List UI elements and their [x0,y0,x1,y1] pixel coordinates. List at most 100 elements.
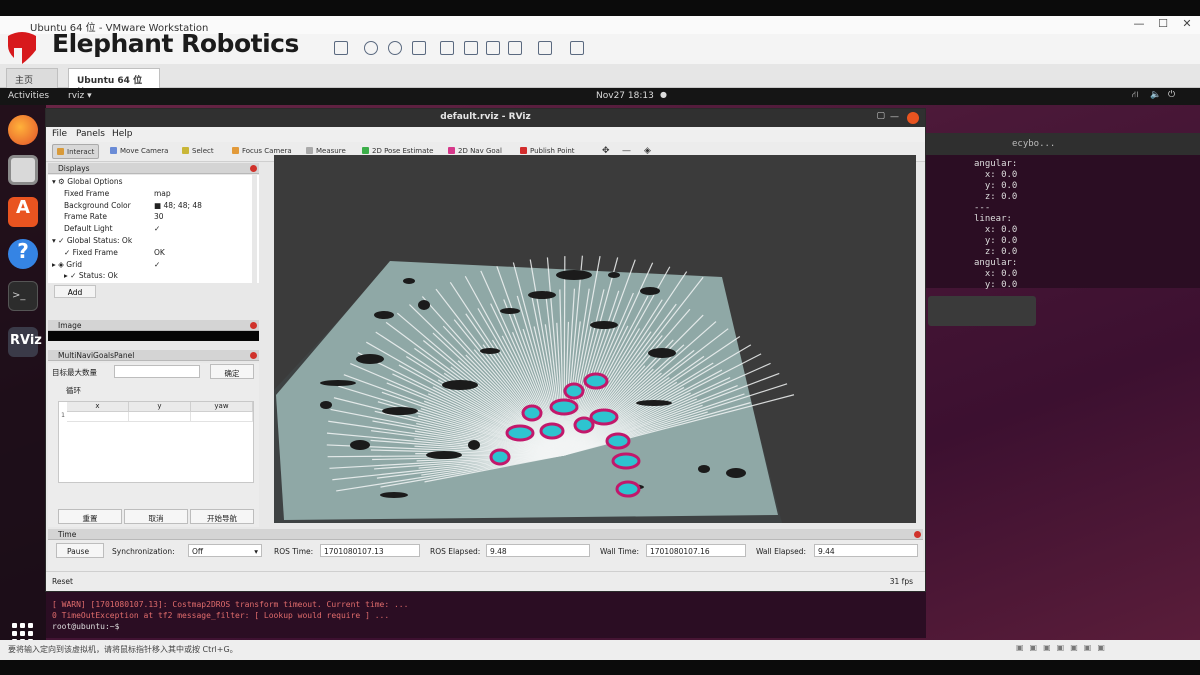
obstacle-cell [698,465,710,473]
max-goals-input[interactable] [114,365,200,378]
close-icon[interactable] [907,112,919,124]
select-icon [182,147,189,154]
display-tree-row[interactable]: ✓ Fixed Frame OK [64,248,259,259]
minimize-icon[interactable]: — [890,112,899,122]
clock[interactable]: Nov27 18:13 [596,91,654,101]
device-status-icons[interactable]: ▣▣▣▣▣▣▣ [1016,643,1186,652]
property-name: Frame Rate [64,212,107,222]
help-icon[interactable]: ? [8,239,38,269]
table-cell[interactable] [67,412,129,422]
library-view-icon[interactable] [440,41,454,55]
firefox-icon[interactable] [8,115,38,145]
wall-elapsed-field[interactable]: 9.44 [814,544,918,557]
activities-button[interactable]: Activities [8,91,49,101]
property-value: map [154,188,171,198]
obstacle-cell [403,278,415,284]
power-icon[interactable]: ⏻ [1168,90,1175,100]
tab-ubuntu[interactable]: Ubuntu 64 位 ✕ [68,68,160,96]
terminal-line: y: 0.0 [974,236,1018,246]
show-applications-icon[interactable] [12,623,34,640]
obstacle-cell [468,440,480,450]
close-panel-icon[interactable] [250,322,257,329]
thumbnail-view-icon[interactable] [464,41,478,55]
snapshot-manager-icon[interactable] [412,41,426,55]
software-center-icon[interactable]: A [8,197,38,227]
displays-tree[interactable]: ▾ ⚙ Global Options Fixed Frame map Backgrou… [48,175,259,283]
menu-panels[interactable]: Panels [76,129,105,139]
tool-select[interactable]: Select [178,144,218,159]
close-panel-icon[interactable] [250,165,257,172]
confirm-button[interactable]: 确定 [210,364,254,379]
ros-elapsed-field[interactable]: 9.48 [486,544,590,557]
tool-move-camera[interactable]: Move Camera [106,144,172,159]
obstacle-cell [418,300,430,310]
menu-help[interactable]: Help [112,129,133,139]
display-tree-row[interactable]: Default Light ✓ [64,224,259,235]
sync-select[interactable]: Off ▾ [188,544,262,557]
wall-time-field[interactable]: 1701080107.16 [646,544,746,557]
revert-snapshot-icon[interactable] [388,41,402,55]
display-tree-row[interactable]: ▸ ◈ Grid ✓ [52,260,252,271]
close-icon[interactable]: ✕ [1176,17,1198,30]
network-icon[interactable]: ⛙ [1132,90,1138,101]
ubuntu-desktop: Activities rviz ▾ Nov27 18:13 ● ⛙ 🔈 ⏻ A … [0,88,1200,640]
table-cell[interactable] [191,412,253,422]
display-tree-row[interactable]: ▾ ✓ Global Status: Ok [52,236,252,247]
background-terminal[interactable]: ecybo... angular: x: 0.0 y: 0.0 z: 0.0 --… [926,133,1200,290]
tool-interact[interactable]: Interact [52,144,100,159]
map-scene [274,255,795,523]
goals-table[interactable]: x y yaw 1 [58,401,254,483]
table-cell[interactable] [129,412,191,422]
column-header-x[interactable]: x [67,402,129,412]
elephant-logo-icon [8,32,36,64]
reset-button[interactable]: Reset [52,577,73,586]
pause-button[interactable]: Pause [56,543,104,558]
display-tree-row[interactable]: Frame Rate 30 [64,212,259,223]
cancel-button[interactable]: 取消 [124,509,188,524]
terminal-bottom-output[interactable]: [ WARN] [1701080107.13]: Costmap2DROS tr… [46,590,926,638]
inflation-blob [615,480,641,498]
snapshot-icon[interactable] [364,41,378,55]
send-keys-icon[interactable] [334,41,348,55]
inflation-blob [563,382,585,400]
obstacle-cell [380,492,408,498]
display-tree-row[interactable]: ▸ ✓ Status: Ok [64,271,259,282]
property-value: ✓ [154,259,161,269]
property-name: ▾ ✓ Global Status: Ok [52,236,133,245]
start-navigation-button[interactable]: 开始导航 [190,509,254,524]
displays-scrollbar[interactable] [252,175,257,283]
column-header-y[interactable]: y [129,402,191,412]
display-tree-row[interactable]: Fixed Frame map [64,189,259,200]
unity-icon[interactable] [508,41,522,55]
volume-icon[interactable]: 🔈 [1150,90,1161,100]
files-icon[interactable] [8,155,38,185]
fps-readout: 31 fps [889,577,913,586]
vmware-tab-strip: 主页 Ubuntu 64 位 ✕ [0,64,1200,96]
close-panel-icon[interactable] [250,352,257,359]
add-display-button[interactable]: Add [54,285,96,298]
close-panel-icon[interactable] [914,531,921,538]
console-view-icon[interactable] [538,41,552,55]
maximize-icon[interactable]: ☐ [1152,17,1174,30]
vm-status-hint: 要将输入定向到该虚拟机，请将鼠标指针移入其中或按 Ctrl+G。 [8,645,238,654]
menu-file[interactable]: File [52,129,67,139]
reset-goals-button[interactable]: 重置 [58,509,122,524]
maximize-icon[interactable]: ▢ [876,111,885,121]
ros-time-field[interactable]: 1701080107.13 [320,544,420,557]
display-tree-row[interactable]: Background Color ■ 48; 48; 48 [64,201,259,212]
app-menu[interactable]: rviz ▾ [68,91,92,101]
multinav-panel-title: MultiNaviGoalsPanel [58,351,135,360]
tab-home[interactable]: 主页 [6,68,58,88]
3d-viewport[interactable] [274,155,916,523]
terminal-icon[interactable]: >_ [8,281,38,311]
property-name: ✓ Fixed Frame [64,247,118,257]
column-header-yaw[interactable]: yaw [191,402,253,412]
loop-checkbox[interactable]: 循环 [66,385,81,396]
stretch-guest-icon[interactable] [570,41,584,55]
rviz-icon[interactable]: RViz [8,327,42,357]
display-tree-row[interactable]: ▾ ⚙ Global Options [52,177,252,188]
brand-name: Elephant Robotics [52,29,299,58]
full-screen-icon[interactable] [486,41,500,55]
chevron-down-icon: ▾ [254,547,258,556]
minimize-icon[interactable]: — [1128,17,1150,30]
